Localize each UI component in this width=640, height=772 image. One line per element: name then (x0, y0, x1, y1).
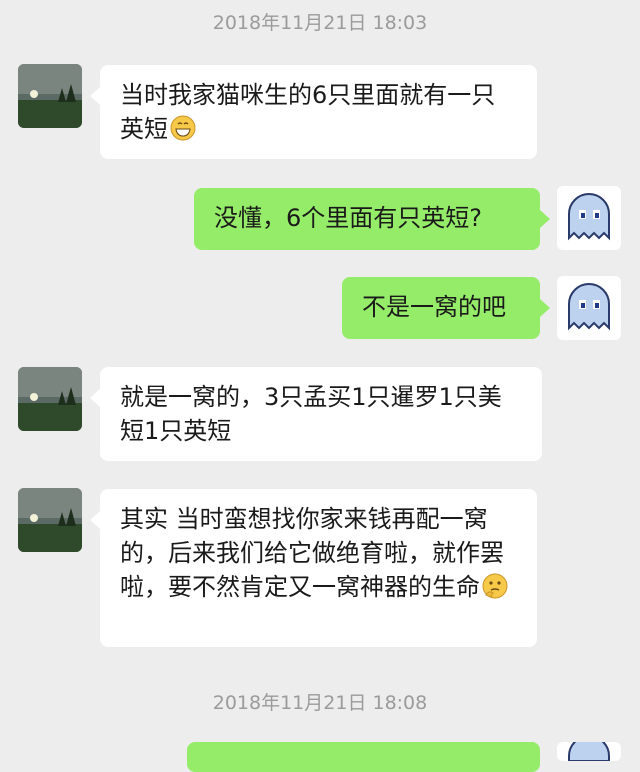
self-avatar[interactable] (557, 186, 621, 250)
message-text: 其实 当时蛮想找你家来钱再配一窝的，后来我们给它做绝育啦，就作罢啦，要不然肯定又… (120, 505, 504, 601)
message-bubble[interactable]: 其实 当时蛮想找你家来钱再配一窝的，后来我们给它做绝育啦，就作罢啦，要不然肯定又… (90, 489, 537, 647)
message-bubble[interactable]: 不是一窝的吧 (342, 277, 550, 339)
message-bubble[interactable]: 当时我家猫咪生的6只里面就有一只英短 (90, 65, 537, 159)
contact-avatar[interactable] (18, 367, 82, 431)
contact-avatar[interactable] (18, 64, 82, 128)
grinning-face-emoji-icon (170, 115, 196, 141)
pacman-ghost-icon (568, 742, 610, 761)
message-text: 不是一窝的吧 (362, 293, 506, 321)
landscape-night-icon (18, 64, 82, 128)
message-bubble[interactable]: 就是一窝的，3只孟买1只暹罗1只美短1只英短 (90, 367, 542, 461)
timestamp: 2018年11月21日 18:08 (212, 692, 428, 714)
contact-avatar[interactable] (18, 488, 82, 552)
landscape-night-icon (18, 367, 82, 431)
thinking-face-emoji-icon (482, 573, 508, 599)
pacman-ghost-icon (568, 283, 610, 331)
message-bubble-partial[interactable] (187, 742, 540, 772)
self-avatar[interactable] (557, 276, 621, 340)
message-bubble[interactable]: 没懂，6个里面有只英短? (194, 188, 550, 250)
self-avatar[interactable] (557, 742, 621, 761)
pacman-ghost-icon (568, 193, 610, 241)
message-text: 就是一窝的，3只孟买1只暹罗1只美短1只英短 (120, 383, 502, 445)
message-text: 没懂，6个里面有只英短? (214, 204, 483, 232)
timestamp: 2018年11月21日 18:03 (212, 12, 428, 34)
landscape-night-icon (18, 488, 82, 552)
